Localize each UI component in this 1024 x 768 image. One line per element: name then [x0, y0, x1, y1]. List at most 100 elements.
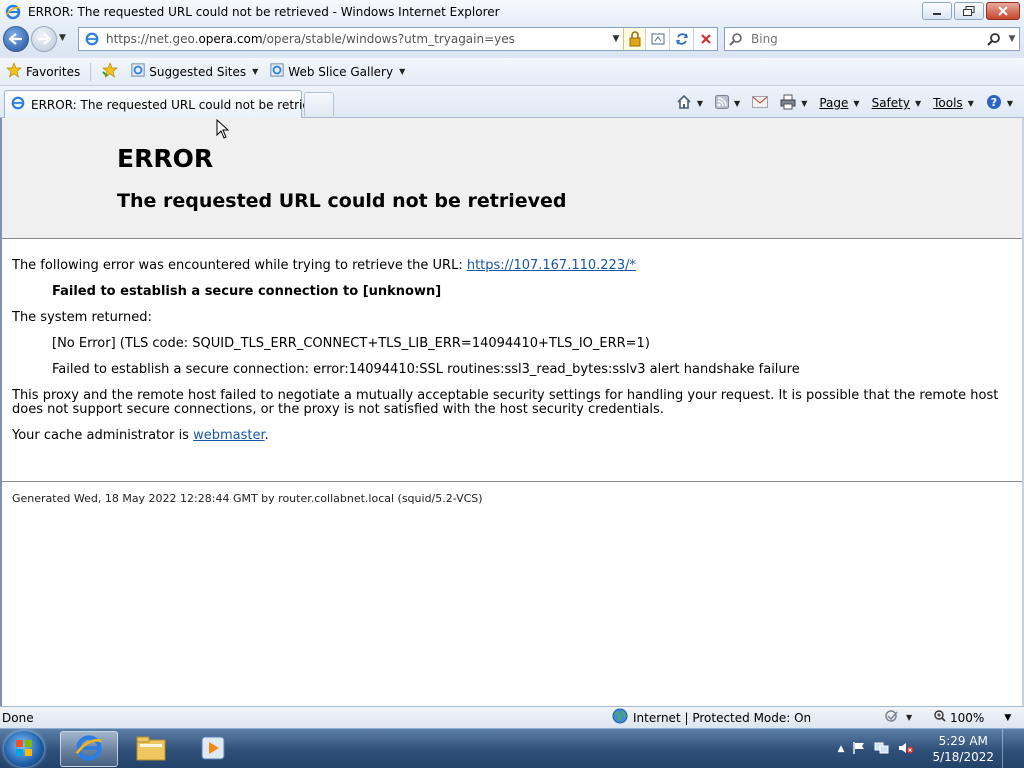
new-tab-button[interactable]: [304, 92, 334, 116]
ssl-error-message: Failed to establish a secure connection:…: [52, 362, 800, 377]
feeds-button[interactable]: ▼: [710, 91, 745, 115]
chevron-down-icon[interactable]: ▼: [1007, 99, 1013, 108]
failed-url-link[interactable]: https://107.167.110.223/*: [467, 258, 636, 273]
title-bar: ERROR: The requested URL could not be re…: [0, 0, 1024, 24]
security-zone[interactable]: Internet | Protected Mode: On: [612, 708, 811, 727]
chevron-down-icon[interactable]: ▼: [697, 99, 703, 108]
zoom-level: 100%: [950, 710, 985, 725]
protected-mode-icon: [884, 709, 900, 726]
network-icon[interactable]: [874, 741, 890, 758]
chevron-down-icon: ▼: [914, 98, 922, 108]
forward-button[interactable]: [31, 26, 57, 52]
security-settings-button[interactable]: ▼: [884, 709, 912, 726]
rss-feed-icon: [715, 94, 730, 112]
tools-menu[interactable]: Tools ▼: [928, 91, 979, 115]
start-button[interactable]: [4, 731, 44, 767]
command-bar: ▼ ▼ ▼ Page ▼ Safety ▼ Tools ▼ ? ▼: [671, 90, 1018, 116]
safety-menu[interactable]: Safety ▼: [867, 91, 927, 115]
minimize-button[interactable]: [922, 2, 952, 20]
address-dropdown-icon[interactable]: ▼: [609, 34, 623, 44]
show-desktop-button[interactable]: [1002, 729, 1014, 768]
ie-icon: [4, 3, 22, 21]
web-slice-gallery-link[interactable]: Web Slice Gallery ▼: [264, 63, 411, 80]
page-favicon-icon: [84, 31, 100, 47]
mail-icon: [752, 95, 769, 111]
favorites-bar: Favorites Suggested Sites ▼ Web Slice Ga…: [0, 58, 1024, 86]
search-icon[interactable]: [983, 32, 1005, 46]
status-bar: Done Internet | Protected Mode: On ▼ 100…: [0, 706, 1024, 728]
security-lock-icon[interactable]: [623, 28, 645, 50]
chevron-down-icon: ▼: [399, 67, 406, 76]
globe-icon: [612, 708, 628, 727]
web-slice-gallery-icon: [270, 63, 284, 80]
error-heading: ERROR: [117, 144, 214, 173]
mouse-cursor-icon: [216, 118, 230, 142]
clock-date: 5/18/2022: [932, 750, 994, 764]
taskbar: ▲ 5:29 AM 5/18/2022: [0, 728, 1024, 768]
address-url[interactable]: https://net.geo.opera.com/opera/stable/w…: [106, 32, 609, 46]
admin-paragraph: Your cache administrator is webmaster.: [12, 428, 269, 443]
webmaster-link[interactable]: webmaster: [193, 428, 265, 443]
compatibility-view-icon[interactable]: [645, 28, 669, 50]
status-text: Done: [2, 710, 34, 725]
chevron-down-icon[interactable]: ▼: [734, 99, 740, 108]
intro-paragraph: The following error was encountered whil…: [12, 258, 636, 273]
suggested-sites-link[interactable]: Suggested Sites ▼: [125, 63, 264, 80]
system-returned-label: The system returned:: [12, 310, 152, 325]
chevron-down-icon[interactable]: ▼: [801, 99, 807, 108]
media-player-icon: [199, 734, 227, 765]
favorites-button[interactable]: Favorites: [0, 62, 86, 81]
recent-pages-dropdown-icon[interactable]: ▼: [59, 33, 66, 43]
zoom-control[interactable]: 100% ▼: [934, 710, 1011, 725]
chevron-down-icon: ▼: [906, 713, 913, 722]
add-favorite-icon: [101, 62, 119, 81]
suggested-sites-icon: [131, 63, 145, 80]
volume-muted-icon[interactable]: [898, 741, 914, 758]
taskbar-clock[interactable]: 5:29 AM 5/18/2022: [932, 733, 994, 765]
action-center-flag-icon[interactable]: [852, 741, 866, 758]
address-bar[interactable]: https://net.geo.opera.com/opera/stable/w…: [78, 27, 718, 51]
ie-icon: [75, 734, 103, 765]
search-input[interactable]: [751, 32, 983, 46]
home-button[interactable]: ▼: [671, 91, 708, 115]
taskbar-internet-explorer[interactable]: [60, 731, 118, 767]
tab-favicon-icon: [11, 96, 25, 113]
failed-message: Failed to establish a secure connection …: [52, 284, 442, 299]
home-icon: [676, 94, 692, 113]
bing-search-provider-icon[interactable]: [725, 32, 747, 46]
page-menu[interactable]: Page ▼: [814, 91, 864, 115]
add-to-favorites-bar-button[interactable]: [95, 62, 125, 81]
show-hidden-icons-icon[interactable]: ▲: [838, 744, 845, 754]
stop-icon[interactable]: [693, 28, 717, 50]
separator: [90, 62, 92, 81]
clock-time: 5:29 AM: [938, 734, 988, 748]
explanation-paragraph: This proxy and the remote host failed to…: [12, 388, 999, 417]
favorites-star-icon: [6, 62, 22, 81]
tab-label: ERROR: The requested URL could not be re…: [31, 97, 332, 112]
tab-error-page[interactable]: ERROR: The requested URL could not be re…: [4, 90, 332, 118]
tls-code-message: [No Error] (TLS code: SQUID_TLS_ERR_CONN…: [52, 336, 650, 351]
window-title: ERROR: The requested URL could not be re…: [28, 5, 500, 19]
read-mail-button[interactable]: [747, 91, 773, 115]
help-icon: ?: [986, 94, 1002, 113]
error-footer: Generated Wed, 18 May 2022 12:28:44 GMT …: [2, 481, 1022, 515]
taskbar-windows-explorer[interactable]: [122, 731, 180, 767]
help-button[interactable]: ? ▼: [981, 91, 1018, 115]
back-button[interactable]: [3, 26, 29, 52]
restore-button[interactable]: [954, 2, 984, 20]
search-box[interactable]: ▼: [724, 27, 1020, 51]
print-button[interactable]: ▼: [775, 91, 812, 115]
search-options-dropdown-icon[interactable]: ▼: [1005, 34, 1019, 44]
folder-icon: [136, 735, 166, 764]
system-tray: ▲ 5:29 AM 5/18/2022: [838, 729, 1014, 768]
zoom-dropdown-icon[interactable]: ▼: [1004, 713, 1011, 723]
error-subheading: The requested URL could not be retrieved: [117, 190, 567, 212]
taskbar-media-player[interactable]: [184, 731, 242, 767]
zoom-icon: [934, 710, 946, 725]
tab-row: ERROR: The requested URL could not be re…: [0, 86, 1024, 118]
refresh-icon[interactable]: [669, 28, 693, 50]
chevron-down-icon: ▼: [967, 98, 974, 108]
printer-icon: [780, 94, 796, 113]
close-window-button[interactable]: [986, 2, 1020, 20]
page-content: ERROR The requested URL could not be ret…: [0, 118, 1024, 706]
